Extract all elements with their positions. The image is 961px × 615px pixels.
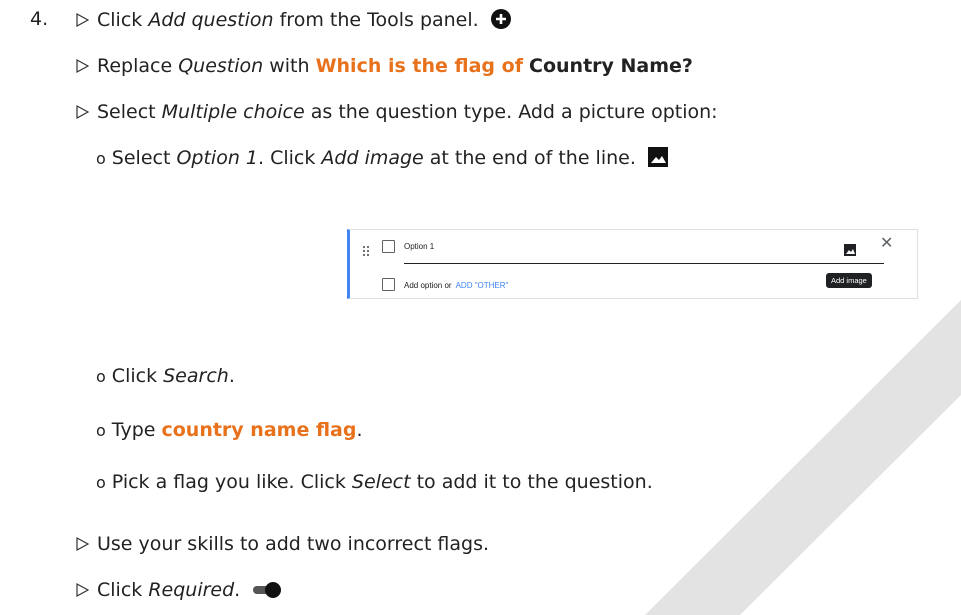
instruction-line-1: Click Add question from the Tools panel. [76,8,511,32]
sub-bullet: o [96,149,106,168]
instruction-line-4: o Select Option 1. Click Add image at the… [96,146,668,170]
add-circle-icon [490,9,511,35]
instruction-line-3: Select Multiple choice as the question t… [76,100,718,124]
watermark-band [645,300,961,615]
instruction-line-7: o Pick a flag you like. Click Select to a… [96,471,653,493]
drag-handle-icon[interactable] [362,241,370,263]
triangle-bullet-icon [76,59,89,73]
option-1-input[interactable]: Option 1 [404,242,434,251]
image-icon [647,147,668,173]
option-checkbox[interactable] [382,240,395,253]
step-number: 4. [30,8,49,30]
form-option-snippet: Option 1 ✕ Add image Add option or ADD "O… [347,229,918,299]
triangle-bullet-icon [76,583,89,597]
add-image-tooltip: Add image [826,273,872,288]
sub-bullet: o [96,473,106,492]
instruction-line-6: o Type country name flag. [96,419,363,441]
triangle-bullet-icon [76,13,89,27]
triangle-bullet-icon [76,537,89,551]
instruction-line-5: o Click Search. [96,365,235,387]
instruction-line-8: Use your skills to add two incorrect fla… [76,532,489,556]
option-underline [404,263,884,264]
triangle-bullet-icon [76,105,89,119]
add-option-row[interactable]: Add option or ADD "OTHER" [404,281,508,290]
add-option-checkbox [382,278,395,291]
toggle-icon [252,581,282,605]
sub-bullet: o [96,421,106,440]
instruction-line-9: Click Required. [76,578,282,602]
sub-bullet: o [96,367,106,386]
close-icon[interactable]: ✕ [880,236,893,252]
add-image-icon[interactable] [844,240,856,262]
add-other-link[interactable]: ADD "OTHER" [456,281,509,290]
instruction-line-2: Replace Question with Which is the flag … [76,54,693,78]
